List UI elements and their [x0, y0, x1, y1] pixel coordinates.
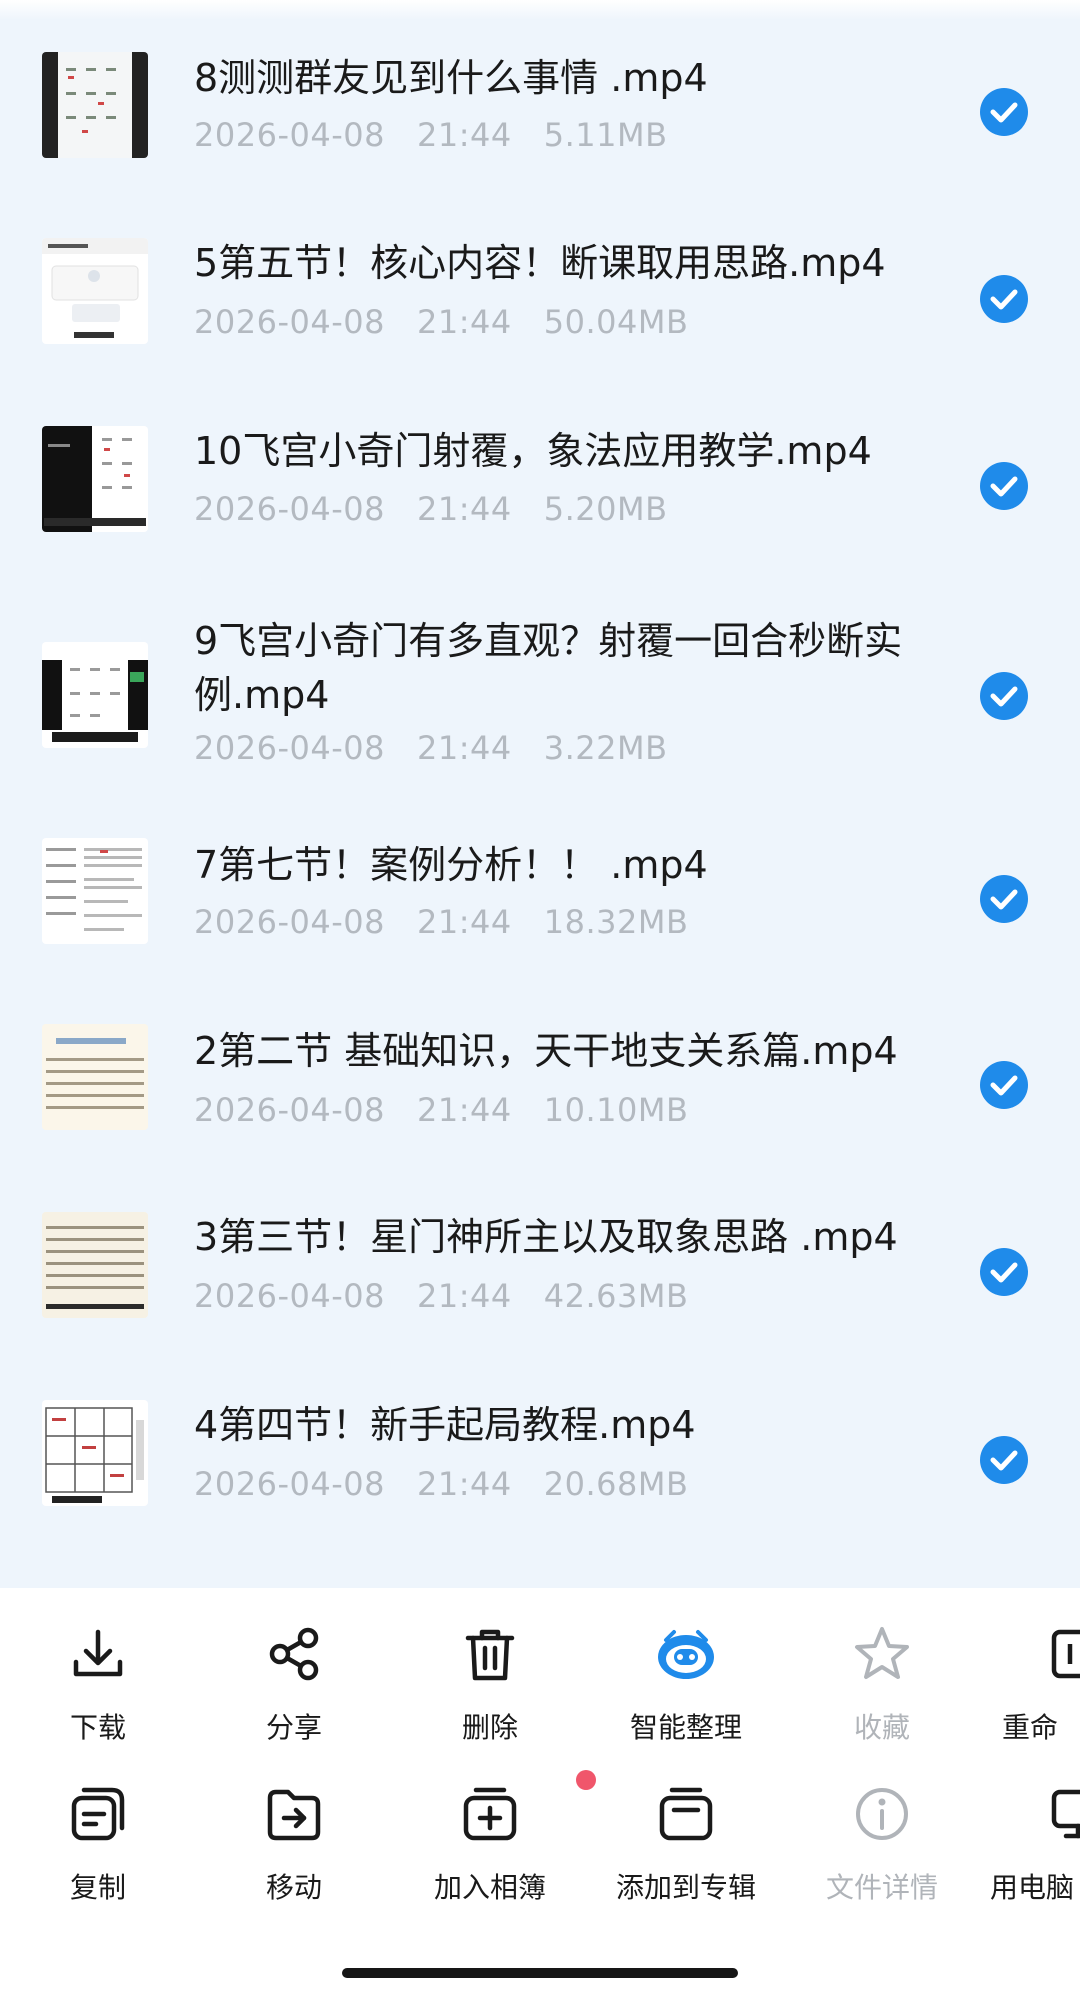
file-meta: 2026-04-08 21:44 10.10MB	[194, 1091, 689, 1129]
add-to-collection-button[interactable]: 添加到专辑	[588, 1784, 784, 1924]
selected-check-icon[interactable]	[980, 88, 1028, 136]
file-details-label: 文件详情	[825, 1871, 938, 1904]
computer-icon	[1048, 1784, 1080, 1844]
selected-check-icon[interactable]	[980, 1061, 1028, 1109]
file-title: 7第七节！案例分析！！ .mp4	[194, 843, 708, 887]
add-to-album-button[interactable]: 加入相簿	[392, 1770, 596, 1924]
file-row[interactable]: 9飞宫小奇门有多直观？射覆一回合秒断实例.mp4 2026-04-08 21:4…	[0, 564, 1080, 800]
add-to-album-label: 加入相簿	[433, 1871, 546, 1904]
add-album-icon	[460, 1770, 596, 1844]
copy-icon	[68, 1784, 128, 1844]
file-row[interactable]: 2第二节 基础知识，天干地支关系篇.mp4 2026-04-08 21:44 1…	[0, 988, 1080, 1176]
file-meta: 2026-04-08 21:44 5.20MB	[194, 490, 668, 528]
file-row[interactable]: 5第五节！核心内容！断课取用思路.mp4 2026-04-08 21:44 50…	[0, 188, 1080, 376]
file-list: 8测测群友见到什么事情 .mp4 2026-04-08 21:44 5.11MB…	[0, 0, 1080, 1588]
file-row[interactable]: 3第三节！星门神所主以及取象思路 .mp4 2026-04-08 21:44 4…	[0, 1176, 1080, 1364]
selected-check-icon[interactable]	[980, 1248, 1028, 1296]
rename-label: 重命	[1002, 1711, 1059, 1744]
video-thumbnail	[42, 238, 148, 344]
file-row[interactable]: 4第四节！新手起局教程.mp4 2026-04-08 21:44 20.68MB	[0, 1364, 1080, 1552]
video-thumbnail	[42, 52, 148, 158]
download-icon	[68, 1624, 128, 1684]
share-icon	[264, 1624, 324, 1684]
file-title: 10飞宫小奇门射覆，象法应用教学.mp4	[194, 429, 872, 473]
delete-button[interactable]: 删除	[392, 1624, 588, 1764]
file-row[interactable]: 8测测群友见到什么事情 .mp4 2026-04-08 21:44 5.11MB	[0, 0, 1080, 188]
trash-icon	[460, 1624, 520, 1684]
file-title: 3第三节！星门神所主以及取象思路 .mp4	[194, 1215, 898, 1259]
video-thumbnail	[42, 642, 148, 748]
move-label: 移动	[265, 1871, 322, 1904]
file-row[interactable]: 10飞宫小奇门射覆，象法应用教学.mp4 2026-04-08 21:44 5.…	[0, 376, 1080, 564]
rename-button[interactable]: 重命	[980, 1624, 1080, 1764]
download-button[interactable]: 下载	[0, 1624, 196, 1764]
add-collection-icon	[656, 1784, 716, 1844]
copy-label: 复制	[69, 1871, 126, 1904]
add-to-collection-label: 添加到专辑	[615, 1871, 756, 1904]
action-toolbar: 下载 分享 删除 智能整理 收藏 重命 复制 移动 加入相簿 添加到专辑 文件详…	[0, 1588, 1080, 1994]
file-meta: 2026-04-08 21:44 3.22MB	[194, 729, 668, 767]
smart-organize-icon	[656, 1624, 716, 1684]
file-title: 9飞宫小奇门有多直观？射覆一回合秒断实例.mp4	[194, 619, 903, 717]
video-thumbnail	[42, 1400, 148, 1506]
favorite-label: 收藏	[853, 1711, 910, 1744]
rename-icon	[1048, 1624, 1080, 1684]
smart-organize-label: 智能整理	[629, 1711, 742, 1744]
move-icon	[264, 1784, 324, 1844]
open-on-computer-label: 用电脑	[990, 1871, 1075, 1904]
open-on-computer-button[interactable]: 用电脑	[980, 1784, 1080, 1924]
video-thumbnail	[42, 1212, 148, 1318]
smart-organize-button[interactable]: 智能整理	[588, 1624, 784, 1764]
video-thumbnail	[42, 838, 148, 944]
share-button[interactable]: 分享	[196, 1624, 392, 1764]
video-thumbnail	[42, 1024, 148, 1130]
file-meta: 2026-04-08 21:44 50.04MB	[194, 303, 689, 341]
file-title: 2第二节 基础知识，天干地支关系篇.mp4	[194, 1029, 898, 1073]
selected-check-icon[interactable]	[980, 1436, 1028, 1484]
copy-button[interactable]: 复制	[0, 1784, 196, 1924]
file-title: 4第四节！新手起局教程.mp4	[194, 1403, 696, 1447]
video-thumbnail	[42, 426, 148, 532]
info-icon	[852, 1784, 912, 1844]
selected-check-icon[interactable]	[980, 672, 1028, 720]
file-title: 8测测群友见到什么事情 .mp4	[194, 56, 708, 100]
selected-check-icon[interactable]	[980, 275, 1028, 323]
share-label: 分享	[265, 1711, 322, 1744]
home-indicator[interactable]	[342, 1968, 738, 1978]
file-meta: 2026-04-08 21:44 5.11MB	[194, 116, 668, 154]
file-meta: 2026-04-08 21:44 42.63MB	[194, 1277, 689, 1315]
file-title: 5第五节！核心内容！断课取用思路.mp4	[194, 241, 886, 285]
star-icon	[852, 1624, 912, 1684]
delete-label: 删除	[461, 1711, 518, 1744]
file-row[interactable]: 7第七节！案例分析！！ .mp4 2026-04-08 21:44 18.32M…	[0, 800, 1080, 988]
download-label: 下载	[69, 1711, 126, 1744]
move-button[interactable]: 移动	[196, 1784, 392, 1924]
selected-check-icon[interactable]	[980, 462, 1028, 510]
file-meta: 2026-04-08 21:44 20.68MB	[194, 1465, 689, 1503]
file-meta: 2026-04-08 21:44 18.32MB	[194, 903, 689, 941]
selected-check-icon[interactable]	[980, 875, 1028, 923]
file-details-button[interactable]: 文件详情	[784, 1784, 980, 1924]
favorite-button[interactable]: 收藏	[784, 1624, 980, 1764]
